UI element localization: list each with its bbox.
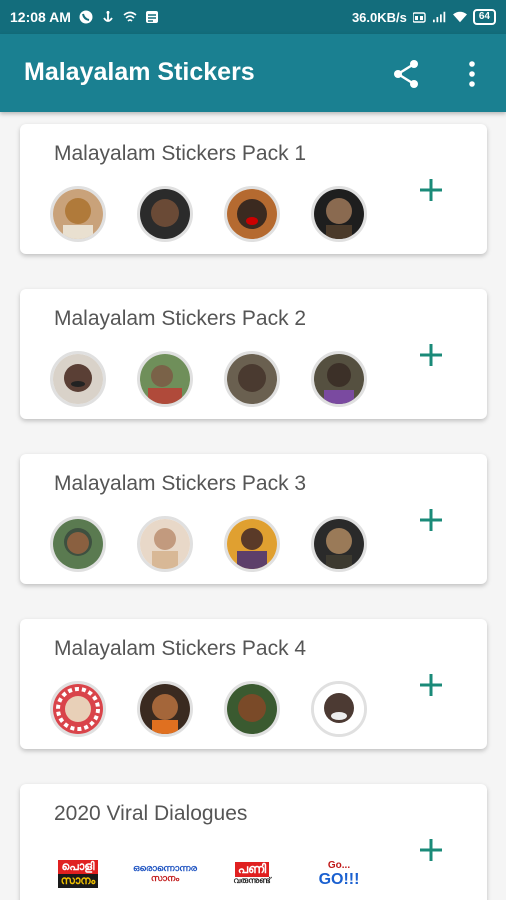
sticker-thumbnail (224, 516, 280, 572)
viral-sticker: ഒരൊന്നൊന്നര സാനം (133, 846, 197, 900)
pack-thumbnails (50, 351, 367, 407)
sticker-pack-card[interactable]: 2020 Viral Dialogues പൊളി സാനം ഒരൊന്നൊന്… (20, 784, 487, 900)
sticker-thumbnail (311, 516, 367, 572)
wifi-icon (452, 11, 467, 23)
sticker-thumbnail (137, 186, 193, 242)
plus-icon[interactable] (417, 506, 445, 534)
viral-sticker: പണി വരുന്നുണ്ട് (224, 846, 280, 900)
pack-thumbnails (50, 186, 367, 242)
sticker-thumbnail (50, 186, 106, 242)
sticker-thumbnail (137, 681, 193, 737)
sticker-text: പണി (234, 862, 270, 878)
sticker-pack-list[interactable]: Malayalam Stickers Pack 1 Malayalam Stic… (0, 112, 506, 900)
more-vert-icon[interactable] (462, 58, 482, 90)
sticker-thumbnail (224, 186, 280, 242)
status-bar: 12:08 AM 36.0KB/s 64 (0, 0, 506, 34)
sticker-thumbnail (311, 681, 367, 737)
pack-thumbnails: പൊളി സാനം ഒരൊന്നൊന്നര സാനം പണി വരുന്നുണ്… (50, 846, 367, 900)
signal-4g-icon (412, 12, 426, 23)
sticker-thumbnail (311, 186, 367, 242)
pack-name: Malayalam Stickers Pack 1 (54, 142, 307, 165)
signal-bars-icon (432, 11, 446, 23)
pack-name: Malayalam Stickers Pack 2 (54, 307, 307, 330)
plus-icon[interactable] (417, 176, 445, 204)
sticker-thumbnail (50, 351, 106, 407)
sticker-text: Go... (327, 859, 351, 871)
status-time: 12:08 AM (10, 9, 71, 25)
sticker-thumbnail (137, 516, 193, 572)
phone-icon (79, 10, 93, 24)
sticker-thumbnail (137, 351, 193, 407)
network-speed: 36.0KB/s (351, 9, 407, 25)
anchor-icon (103, 11, 113, 22)
sticker-text: സാനം (57, 874, 99, 889)
share-icon[interactable] (390, 58, 422, 90)
app-bar: Malayalam Stickers (0, 34, 506, 112)
plus-icon[interactable] (417, 341, 445, 369)
viral-sticker: പൊളി സാനം (50, 846, 106, 900)
sticker-text: GO!!! (318, 870, 360, 888)
app-title: Malayalam Stickers (24, 58, 255, 86)
sticker-text: സാനം (150, 873, 180, 883)
battery-indicator: 64 (472, 9, 496, 25)
sticker-thumbnail (50, 516, 106, 572)
sticker-text: പൊളി (58, 859, 98, 874)
pack-name: Malayalam Stickers Pack 4 (54, 637, 307, 660)
sticker-thumbnail (311, 351, 367, 407)
sticker-thumbnail (224, 681, 280, 737)
sticker-thumbnail (50, 681, 106, 737)
sticker-pack-card[interactable]: Malayalam Stickers Pack 3 (20, 454, 487, 584)
sticker-pack-card[interactable]: Malayalam Stickers Pack 1 (20, 124, 487, 254)
plus-icon[interactable] (417, 836, 445, 864)
pack-thumbnails (50, 681, 367, 737)
sticker-text: വരുന്നുണ്ട് (233, 876, 271, 886)
status-right: 36.0KB/s 64 (352, 9, 496, 25)
pack-name: Malayalam Stickers Pack 3 (54, 472, 307, 495)
status-left: 12:08 AM (10, 9, 159, 25)
pack-thumbnails (50, 516, 367, 572)
notification-icon (145, 11, 158, 23)
viral-sticker: Go... GO!!! (311, 846, 367, 900)
plus-icon[interactable] (417, 671, 445, 699)
sticker-pack-card[interactable]: Malayalam Stickers Pack 2 (20, 289, 487, 419)
sticker-thumbnail (224, 351, 280, 407)
sticker-pack-card[interactable]: Malayalam Stickers Pack 4 (20, 619, 487, 749)
wifi-small-icon (123, 11, 137, 22)
pack-name: 2020 Viral Dialogues (54, 802, 248, 825)
